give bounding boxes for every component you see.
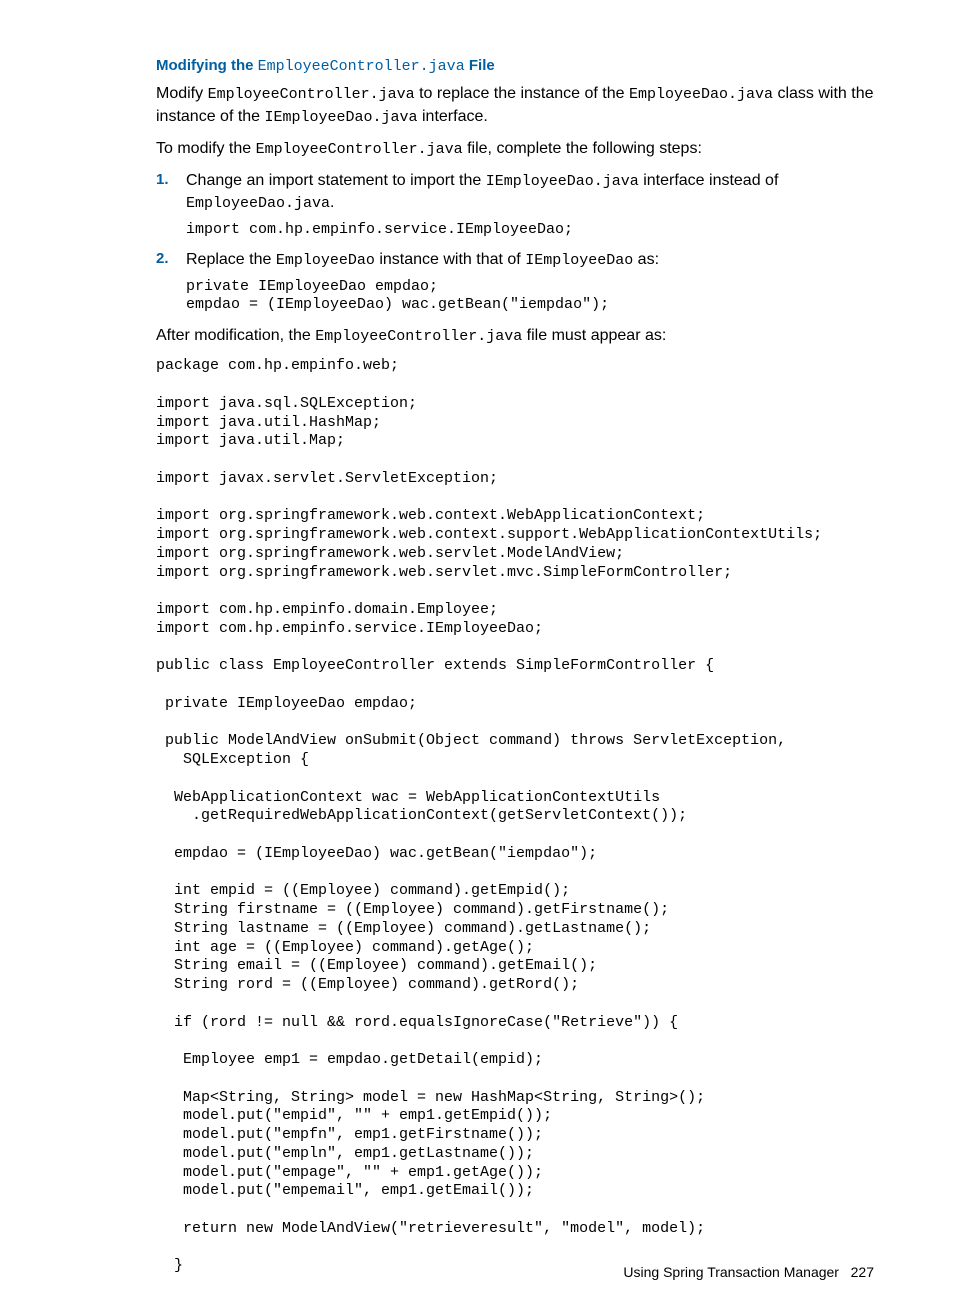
text: Change an import statement to import the [186,172,486,189]
step-2: Replace the EmployeeDao instance with th… [156,249,874,315]
heading-prefix: Modifying the [156,57,258,74]
code-inline: EmployeeDao [276,252,375,269]
footer-text: Using Spring Transaction Manager [623,1264,839,1280]
code-inline: IEmployeeDao [525,252,633,269]
text: file must appear as: [522,327,666,344]
text: To modify the [156,140,256,157]
text: file, complete the following steps: [463,140,702,157]
paragraph-2: To modify the EmployeeController.java fi… [156,138,874,160]
code-inline: EmployeeDao.java [186,195,330,212]
paragraph-1: Modify EmployeeController.java to replac… [156,83,874,128]
code-inline: IEmployeeDao.java [486,173,639,190]
text: . [330,194,334,211]
code-inline: IEmployeeDao.java [265,109,418,126]
document-page: Modifying the EmployeeController.java Fi… [0,0,954,1310]
heading-filename: EmployeeController.java [258,58,465,75]
code-inline: EmployeeController.java [256,141,463,158]
paragraph-3: After modification, the EmployeeControll… [156,325,874,347]
step-1: Change an import statement to import the… [156,170,874,239]
text: Replace the [186,251,276,268]
steps-list: Change an import statement to import the… [156,170,874,315]
section-heading: Modifying the EmployeeController.java Fi… [156,56,874,77]
page-footer: Using Spring Transaction Manager 227 [623,1263,874,1282]
code-inline: EmployeeController.java [315,328,522,345]
text: interface instead of [639,172,779,189]
code-inline: EmployeeDao.java [629,86,773,103]
text: Modify [156,85,208,102]
text: interface. [418,108,488,125]
text: as: [633,251,659,268]
page-number: 227 [851,1264,874,1280]
text: to replace the instance of the [415,85,629,102]
code-inline: EmployeeController.java [208,86,415,103]
code-block-step2: private IEmployeeDao empdao; empdao = (I… [186,278,874,316]
heading-suffix: File [465,57,495,74]
code-block-main: package com.hp.empinfo.web; import java.… [156,357,874,1276]
text: After modification, the [156,327,315,344]
code-block-step1: import com.hp.empinfo.service.IEmployeeD… [186,221,874,240]
text: instance with that of [375,251,525,268]
